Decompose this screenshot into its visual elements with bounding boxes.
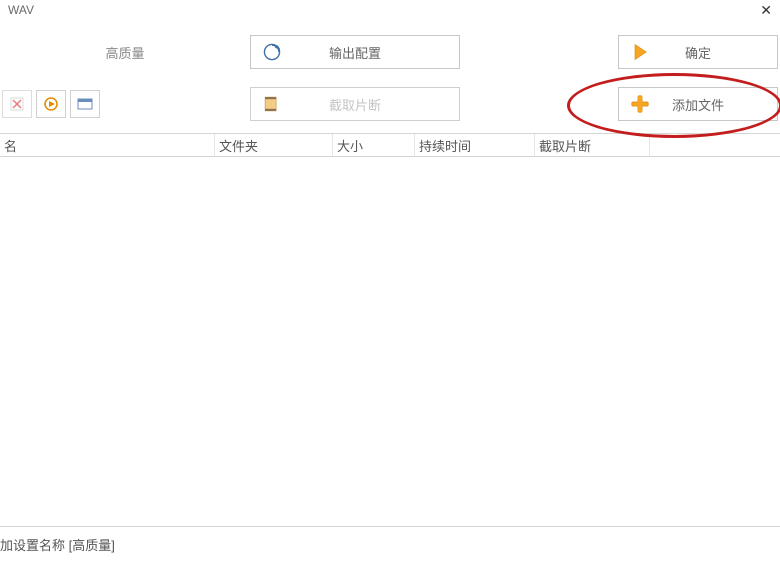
status-text: 加设置名称 [高质量] [0,538,115,553]
play-button[interactable] [36,90,66,118]
cut-segment-label: 截取片断 [293,95,459,114]
output-config-button[interactable]: 输出配置 [250,35,460,69]
output-config-label: 输出配置 [293,43,459,62]
column-name[interactable]: 名 [0,134,215,156]
close-icon[interactable]: ✕ [760,2,772,19]
table-header: 名 文件夹 大小 持续时间 截取片断 [0,133,780,157]
ok-label: 确定 [661,43,777,62]
table-body [0,157,780,527]
preview-button[interactable] [70,90,100,118]
column-duration[interactable]: 持续时间 [415,134,535,156]
delete-file-button [2,90,32,118]
ok-button[interactable]: 确定 [618,35,778,69]
add-file-label: 添加文件 [661,95,777,114]
film-clip-icon [251,93,293,115]
column-size[interactable]: 大小 [333,134,415,156]
column-folder[interactable]: 文件夹 [215,134,333,156]
arrow-right-icon [619,42,661,62]
format-label: WAV [8,3,34,17]
quality-label: 高质量 [105,46,144,61]
plus-icon [619,93,661,115]
add-file-button[interactable]: 添加文件 [618,87,778,121]
column-cut[interactable]: 截取片断 [535,134,650,156]
column-rest [650,134,780,156]
refresh-icon [251,41,293,63]
cut-segment-button: 截取片断 [250,87,460,121]
